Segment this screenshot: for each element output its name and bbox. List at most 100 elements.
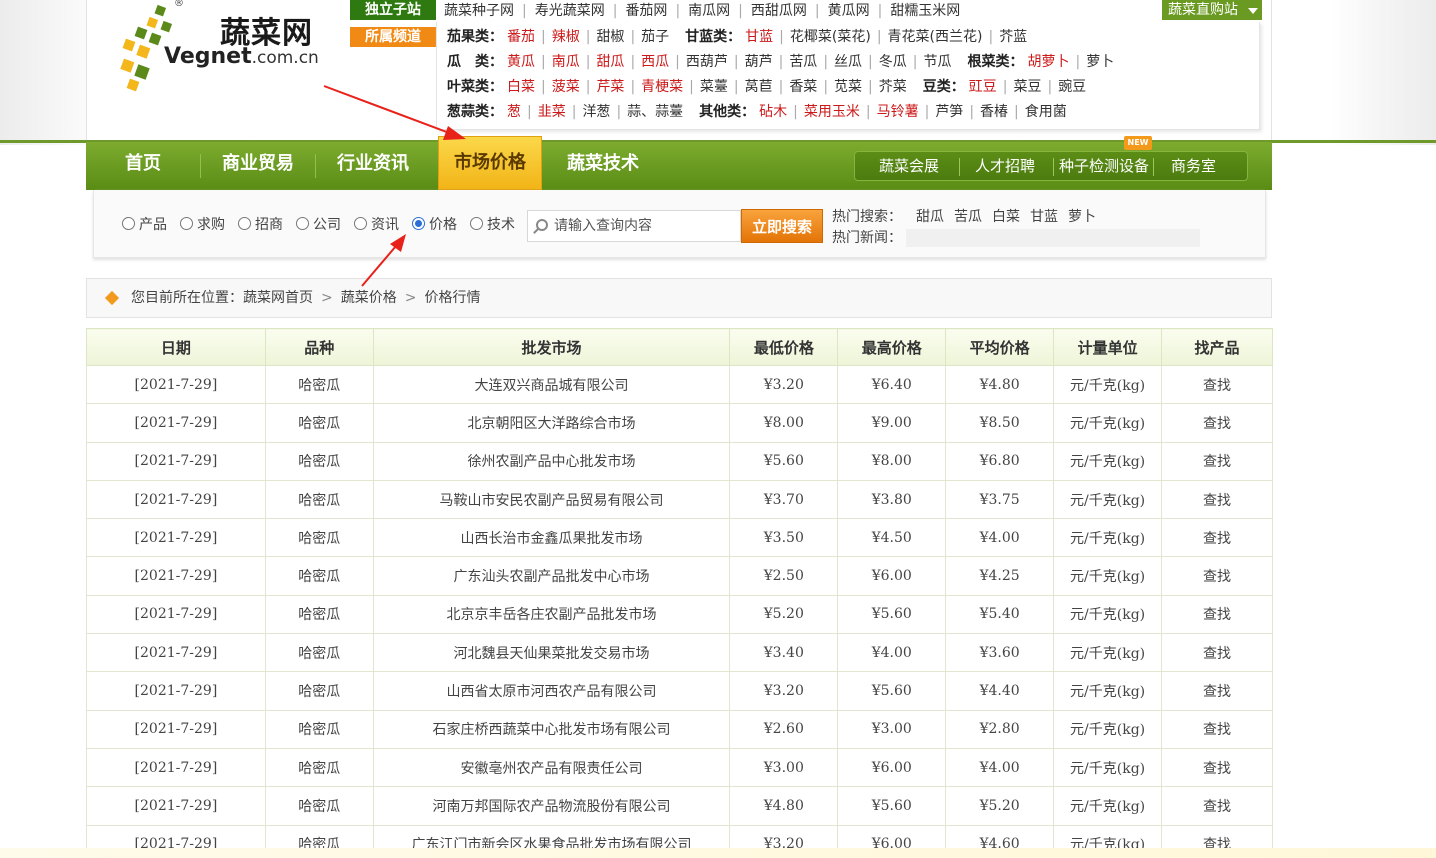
category-link[interactable]: 辣椒 <box>552 29 580 45</box>
category-link[interactable]: 香菜 <box>789 79 817 95</box>
hot-news-ticker[interactable] <box>906 229 1200 247</box>
breadcrumb-home[interactable]: 蔬菜网首页 <box>243 290 313 306</box>
nav-market-price[interactable]: 市场价格 <box>438 136 542 190</box>
sub-site-link[interactable]: 甜糯玉米网 <box>882 3 968 19</box>
category-link[interactable]: 芥菜 <box>879 79 907 95</box>
hot-search-link[interactable]: 苦瓜 <box>954 209 982 225</box>
sub-site-link[interactable]: 蔬菜种子网 <box>436 3 522 19</box>
category-link[interactable]: 甜瓜 <box>596 54 624 70</box>
category-link[interactable]: 马铃薯 <box>877 104 919 120</box>
find-product-link[interactable]: 查找 <box>1161 518 1273 558</box>
nav-news[interactable]: 行业资讯 <box>316 142 430 190</box>
search-type-radio[interactable]: 求购 <box>180 216 225 234</box>
find-product-link[interactable]: 查找 <box>1161 671 1273 711</box>
category-link[interactable]: 葱 <box>507 104 521 120</box>
category-link[interactable]: 冬瓜 <box>879 54 907 70</box>
category-link[interactable]: 菜薹 <box>700 79 728 95</box>
search-type-label: 招商 <box>255 217 283 233</box>
max-price-cell: ¥6.00 <box>837 556 947 596</box>
category-link[interactable]: 节瓜 <box>923 54 951 70</box>
sub-site-link[interactable]: 南瓜网 <box>680 3 738 19</box>
search-type-radio[interactable]: 产品 <box>122 216 167 234</box>
unit-cell: 元/千克(kg) <box>1053 479 1163 520</box>
category-link[interactable]: 苋菜 <box>834 79 862 95</box>
search-type-radio[interactable]: 价格 <box>412 216 457 234</box>
category-link[interactable]: 花椰菜(菜花) <box>790 29 871 45</box>
find-product-link[interactable]: 查找 <box>1161 403 1273 443</box>
category-link[interactable]: 青梗菜 <box>641 79 683 95</box>
category-link[interactable]: 西葫芦 <box>686 54 728 70</box>
category-link[interactable]: 甜椒 <box>596 29 624 45</box>
category-link[interactable]: 香椿 <box>980 104 1008 120</box>
hot-search-link[interactable]: 萝卜 <box>1068 209 1096 225</box>
category-link[interactable]: 番茄 <box>507 29 535 45</box>
nav-tech[interactable]: 蔬菜技术 <box>546 142 660 190</box>
find-product-link[interactable]: 查找 <box>1161 441 1273 481</box>
category-link[interactable]: 胡萝卜 <box>1027 54 1069 70</box>
category-sep: | <box>793 104 798 120</box>
category-link[interactable]: 丝瓜 <box>834 54 862 70</box>
breadcrumb-prices[interactable]: 蔬菜价格 <box>341 290 397 306</box>
category-sep: | <box>585 29 591 45</box>
category-link[interactable]: 黄瓜 <box>507 54 535 70</box>
avg-price-cell: ¥6.80 <box>945 441 1055 481</box>
category-link[interactable]: 青花菜(西兰花) <box>888 29 983 45</box>
category-link[interactable]: 芦笋 <box>935 104 963 120</box>
find-product-link[interactable]: 查找 <box>1161 479 1273 520</box>
category-link[interactable]: 葫芦 <box>745 54 773 70</box>
hot-search-link[interactable]: 甘蓝 <box>1030 209 1058 225</box>
date-cell: [2021-7-29] <box>86 479 266 520</box>
find-product-link[interactable]: 查找 <box>1161 709 1273 749</box>
category-link[interactable]: 萝卜 <box>1086 54 1114 70</box>
sub-site-link[interactable]: 西甜瓜网 <box>743 3 815 19</box>
search-input[interactable]: 请输入查询内容 <box>527 210 741 242</box>
search-type-radio[interactable]: 公司 <box>296 216 341 234</box>
category-link[interactable]: 蒜、蒜薹 <box>627 104 683 120</box>
find-product-link[interactable]: 查找 <box>1161 594 1273 635</box>
hot-search-link[interactable]: 甜瓜 <box>916 209 944 225</box>
nav-expo[interactable]: 蔬菜会展 <box>879 152 939 180</box>
category-link[interactable]: 莴苣 <box>745 79 773 95</box>
nav-business-room[interactable]: 商务室 <box>1171 152 1216 180</box>
site-logo[interactable]: ® 蔬菜网 Vegnet.com.cn <box>112 0 332 95</box>
nav-jobs[interactable]: 人才招聘 <box>975 152 1035 180</box>
category-link[interactable]: 洋葱 <box>582 104 610 120</box>
category-link[interactable]: 甘蓝 <box>745 29 773 45</box>
category-link[interactable]: 菠菜 <box>552 79 580 95</box>
direct-buy-dropdown[interactable]: 蔬菜直购站 <box>1162 0 1262 20</box>
nav-home[interactable]: 首页 <box>86 142 200 190</box>
category-link[interactable]: 菜豆 <box>1013 79 1041 95</box>
unit-cell: 元/千克(kg) <box>1053 403 1163 443</box>
category-link[interactable]: 南瓜 <box>552 54 580 70</box>
category-link[interactable]: 苦瓜 <box>789 54 817 70</box>
find-product-link[interactable]: 查找 <box>1161 556 1273 596</box>
nav-trade[interactable]: 商业贸易 <box>201 142 315 190</box>
category-link[interactable]: 砧木 <box>759 104 787 120</box>
max-price-cell: ¥5.60 <box>837 671 947 711</box>
category-link[interactable]: 韭菜 <box>538 104 566 120</box>
category-link[interactable]: 豇豆 <box>969 79 997 95</box>
category-link[interactable]: 西瓜 <box>641 54 669 70</box>
nav-seed-testing[interactable]: 种子检测设备 <box>1059 152 1149 180</box>
search-button[interactable]: 立即搜索 <box>741 209 823 243</box>
direct-buy-label: 蔬菜直购站 <box>1168 2 1238 18</box>
search-type-radio[interactable]: 招商 <box>238 216 283 234</box>
category-link[interactable]: 茄子 <box>641 29 669 45</box>
category-link[interactable]: 豌豆 <box>1058 79 1086 95</box>
find-product-link[interactable]: 查找 <box>1161 786 1273 826</box>
category-link[interactable]: 芹菜 <box>596 79 624 95</box>
search-type-radio[interactable]: 资讯 <box>354 216 399 234</box>
category-link[interactable]: 白菜 <box>507 79 535 95</box>
category-link[interactable]: 食用菌 <box>1025 104 1067 120</box>
find-product-link[interactable]: 查找 <box>1161 364 1273 405</box>
hot-search-link[interactable]: 白菜 <box>992 209 1020 225</box>
search-type-radio[interactable]: 技术 <box>470 216 515 234</box>
category-link[interactable]: 菜用玉米 <box>804 104 860 120</box>
sub-site-link[interactable]: 黄瓜网 <box>820 3 878 19</box>
find-product-link[interactable]: 查找 <box>1161 633 1273 673</box>
sub-site-link[interactable]: 寿光蔬菜网 <box>527 3 613 19</box>
category-link[interactable]: 芥蓝 <box>999 29 1027 45</box>
find-product-link[interactable]: 查找 <box>1161 747 1273 788</box>
sub-site-link[interactable]: 番茄网 <box>617 3 675 19</box>
search-icon <box>536 219 548 231</box>
